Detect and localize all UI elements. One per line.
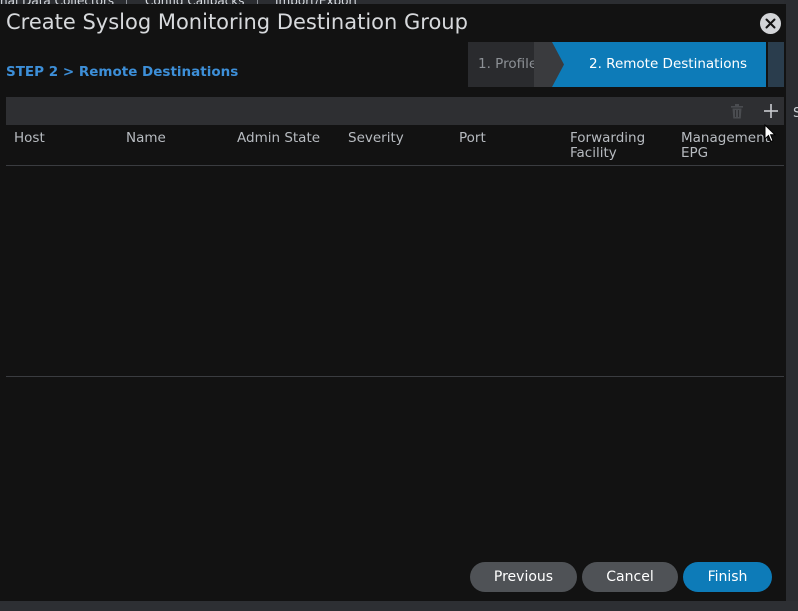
background-right-panel: S bbox=[784, 0, 798, 611]
close-button[interactable] bbox=[760, 13, 781, 34]
wizard-step-label: 2. Remote Destinations bbox=[589, 56, 748, 72]
delete-button[interactable] bbox=[727, 101, 747, 121]
finish-button[interactable]: Finish bbox=[683, 562, 772, 592]
cancel-button[interactable]: Cancel bbox=[582, 562, 678, 592]
column-header-management-epg[interactable]: Management EPG bbox=[681, 131, 776, 161]
create-syslog-dialog: Create Syslog Monitoring Destination Gro… bbox=[0, 4, 786, 601]
table-toolbar bbox=[6, 97, 784, 125]
column-header-forwarding-facility[interactable]: Forwarding Facility bbox=[570, 131, 670, 161]
column-header-host[interactable]: Host bbox=[14, 131, 114, 146]
plus-icon bbox=[764, 104, 778, 118]
add-button[interactable] bbox=[761, 101, 781, 121]
remote-destinations-table: Host Name Admin State Severity Port Forw… bbox=[6, 97, 784, 377]
mouse-pointer-icon bbox=[764, 124, 776, 143]
wizard-steps: 1. Profile 2. Remote Destinations bbox=[468, 42, 784, 87]
previous-button[interactable]: Previous bbox=[470, 562, 577, 592]
dialog-title: Create Syslog Monitoring Destination Gro… bbox=[6, 10, 468, 34]
column-header-name[interactable]: Name bbox=[126, 131, 226, 146]
table-divider bbox=[6, 376, 784, 377]
background-bottom-strip bbox=[0, 601, 798, 611]
table-header: Host Name Admin State Severity Port Forw… bbox=[6, 125, 784, 166]
wizard-step-label: 1. Profile bbox=[478, 56, 538, 72]
column-header-admin-state[interactable]: Admin State bbox=[237, 131, 337, 146]
wizard-step-remote-destinations[interactable]: 2. Remote Destinations bbox=[534, 42, 784, 87]
table-body bbox=[6, 166, 784, 376]
column-header-port[interactable]: Port bbox=[459, 131, 559, 146]
step-indicator: STEP 2 > Remote Destinations bbox=[6, 64, 239, 80]
trash-icon bbox=[731, 103, 743, 118]
background-right-text: S bbox=[793, 106, 798, 121]
close-icon bbox=[765, 18, 776, 29]
column-header-severity[interactable]: Severity bbox=[348, 131, 448, 146]
